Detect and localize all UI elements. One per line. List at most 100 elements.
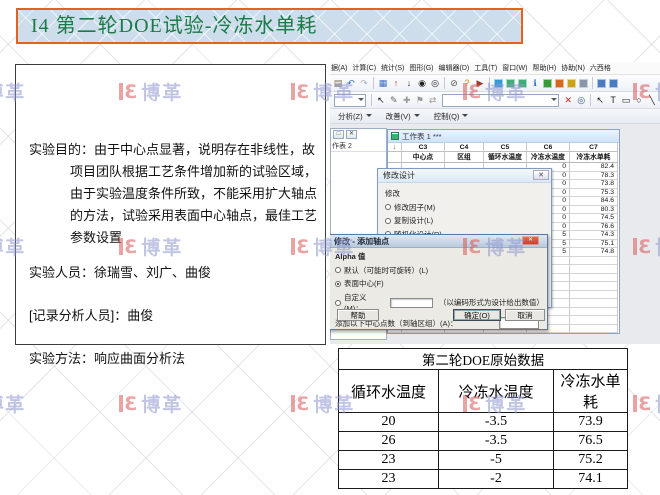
column-id-cell[interactable]: C4 xyxy=(445,143,484,152)
ellipse-tool-icon[interactable]: ○ xyxy=(633,94,645,107)
worksheet-cell[interactable] xyxy=(570,265,618,274)
edit-last-dialog-icon[interactable] xyxy=(609,79,618,88)
experiment-method: 实验方法：响应曲面分析法 xyxy=(29,348,317,370)
show-worksheet-icon[interactable] xyxy=(567,79,576,88)
column-name-cell[interactable]: 冷冻水单耗 xyxy=(570,152,618,163)
session-window-icon[interactable] xyxy=(494,79,503,88)
close-window-icon[interactable]: ✕ xyxy=(346,130,357,139)
custom-radio[interactable] xyxy=(335,300,341,306)
menu-item[interactable]: 六西格 xyxy=(590,63,611,73)
project-manager-icon[interactable]: ▦ xyxy=(377,77,389,90)
worksheet-cell[interactable] xyxy=(570,274,618,283)
c7-cell[interactable]: 75.3 xyxy=(570,189,618,198)
brand-watermark: 3博革 xyxy=(119,390,183,417)
new-worksheet-icon[interactable] xyxy=(597,79,606,88)
cancel-button[interactable]: 取消 xyxy=(505,309,545,321)
text-tool-icon[interactable]: T xyxy=(607,94,619,107)
cancel-icon[interactable]: ⊘ xyxy=(448,77,460,90)
toolbar-dropdown[interactable]: 分析(Z) xyxy=(338,111,372,122)
c7-cell[interactable]: 78.3 xyxy=(570,172,618,181)
column-name-cell[interactable]: 循环水温度 xyxy=(484,152,527,163)
column-name-cell[interactable]: 区组 xyxy=(445,152,484,163)
modify-design-titlebar[interactable]: 修改设计 ✕ xyxy=(378,169,551,183)
custom-alpha-input[interactable] xyxy=(390,298,433,308)
menu-item[interactable]: 窗口(W) xyxy=(502,63,527,73)
key-icon[interactable]: ? xyxy=(461,77,473,90)
worksheet-cell[interactable] xyxy=(570,282,618,291)
radio-button[interactable] xyxy=(385,204,391,210)
zoom-icon[interactable]: ◎ xyxy=(575,94,587,107)
c7-cell[interactable]: 74.3 xyxy=(570,231,618,240)
menu-item[interactable]: 编辑器(D) xyxy=(439,63,470,73)
c7-cell[interactable]: 73.8 xyxy=(570,180,618,189)
rect-tool-icon[interactable]: ▭ xyxy=(620,94,632,107)
worksheet-cell[interactable] xyxy=(570,257,618,266)
menu-item[interactable]: 据(A) xyxy=(331,63,347,73)
radio-button[interactable] xyxy=(335,267,341,273)
report-pad-icon[interactable] xyxy=(555,79,564,88)
flag-icon[interactable]: ⚑ xyxy=(414,94,426,107)
add-axial-titlebar[interactable]: 修改 - 添加轴点 ✕ xyxy=(330,235,547,248)
column-id-cell[interactable]: C3 xyxy=(402,143,445,152)
help-button[interactable]: 帮助 xyxy=(337,309,379,321)
find-icon[interactable]: ◉ xyxy=(416,77,428,90)
redo-icon[interactable]: ↷ xyxy=(358,77,370,90)
pointer-tool-icon[interactable]: ↖ xyxy=(594,94,606,107)
open-project-icon[interactable]: ▤ xyxy=(332,77,344,90)
worksheet-cell[interactable] xyxy=(570,299,618,308)
grid-corner-cell[interactable]: ↓ xyxy=(388,143,402,152)
add-item-icon[interactable]: ✚ xyxy=(401,94,413,107)
select-item-icon[interactable]: ↖ xyxy=(375,94,387,107)
edit-pen-icon[interactable]: ✎ xyxy=(388,94,400,107)
worksheet-cell[interactable] xyxy=(570,291,618,300)
worksheet1-titlebar[interactable]: 工作表 1 *** xyxy=(388,130,619,143)
c7-cell[interactable]: 75.1 xyxy=(570,240,618,249)
radio-button[interactable] xyxy=(335,281,341,287)
ok-button[interactable]: 确定(O) xyxy=(453,309,501,321)
worksheet-cell[interactable] xyxy=(570,316,618,325)
swap-icon[interactable]: ⇄ xyxy=(427,94,439,107)
column-id-cell[interactable]: C5 xyxy=(484,143,527,152)
menu-item[interactable]: 帮助(H) xyxy=(532,63,556,73)
toolbar-dropdown[interactable]: 改善(V) xyxy=(386,111,420,122)
undo-icon[interactable]: ↶ xyxy=(345,77,357,90)
worksheet-cell[interactable] xyxy=(388,152,402,163)
c7-cell[interactable]: 74.8 xyxy=(570,248,618,257)
history-window-icon[interactable] xyxy=(543,79,552,88)
c7-cell[interactable]: 76.6 xyxy=(570,223,618,232)
c7-cell[interactable]: 84.6 xyxy=(570,197,618,206)
menu-item[interactable]: 协助(N) xyxy=(561,63,585,73)
toolbar-dropdown[interactable]: 控制(Q) xyxy=(434,111,469,122)
line-tool-icon[interactable]: ╲ xyxy=(646,94,658,107)
tile-windows-icon[interactable] xyxy=(579,79,588,88)
info-icon[interactable]: ℹ xyxy=(529,77,541,90)
radio-button[interactable] xyxy=(385,218,391,224)
c7-cell[interactable]: 82.4 xyxy=(570,163,618,172)
restore-window-icon[interactable]: □ xyxy=(333,130,344,139)
close-icon[interactable]: ✕ xyxy=(533,170,549,180)
experiment-purpose: 实验目的：由于中心点显著，说明存在非线性，故项目团队根据工艺条件增加新的试验区域… xyxy=(29,139,317,249)
previous-command-icon[interactable]: ↑ xyxy=(390,77,402,90)
graph-window-icon[interactable] xyxy=(518,79,527,88)
worksheet-cell[interactable] xyxy=(570,308,618,317)
run-icon[interactable]: ▶ xyxy=(474,77,486,90)
menu-item[interactable]: 计算(C) xyxy=(352,63,376,73)
next-command-icon[interactable]: ↓ xyxy=(403,77,415,90)
graph-item-combo[interactable] xyxy=(334,94,366,107)
close-icon[interactable]: ✕ xyxy=(522,236,539,245)
watermark-logo-icon: 3 xyxy=(124,394,137,414)
data-window-icon[interactable] xyxy=(506,79,515,88)
delete-icon[interactable]: ✕ xyxy=(562,94,574,107)
menu-item[interactable]: 工具(T) xyxy=(474,63,497,73)
column-id-cell[interactable]: C6 xyxy=(527,143,570,152)
graph-edit-combo[interactable] xyxy=(442,94,560,107)
c7-cell[interactable]: 80.3 xyxy=(570,206,618,215)
column-name-cell[interactable]: 冷冻水温度 xyxy=(527,152,570,163)
column-id-cell[interactable]: C7 xyxy=(570,143,618,152)
column-name-cell[interactable]: 中心点 xyxy=(402,152,445,163)
menu-item[interactable]: 图形(G) xyxy=(409,63,433,73)
find-next-icon[interactable]: ◎ xyxy=(429,77,441,90)
c7-cell[interactable]: 74.5 xyxy=(570,214,618,223)
menu-item[interactable]: 统计(S) xyxy=(381,63,404,73)
worksheet-cell[interactable] xyxy=(570,325,618,334)
